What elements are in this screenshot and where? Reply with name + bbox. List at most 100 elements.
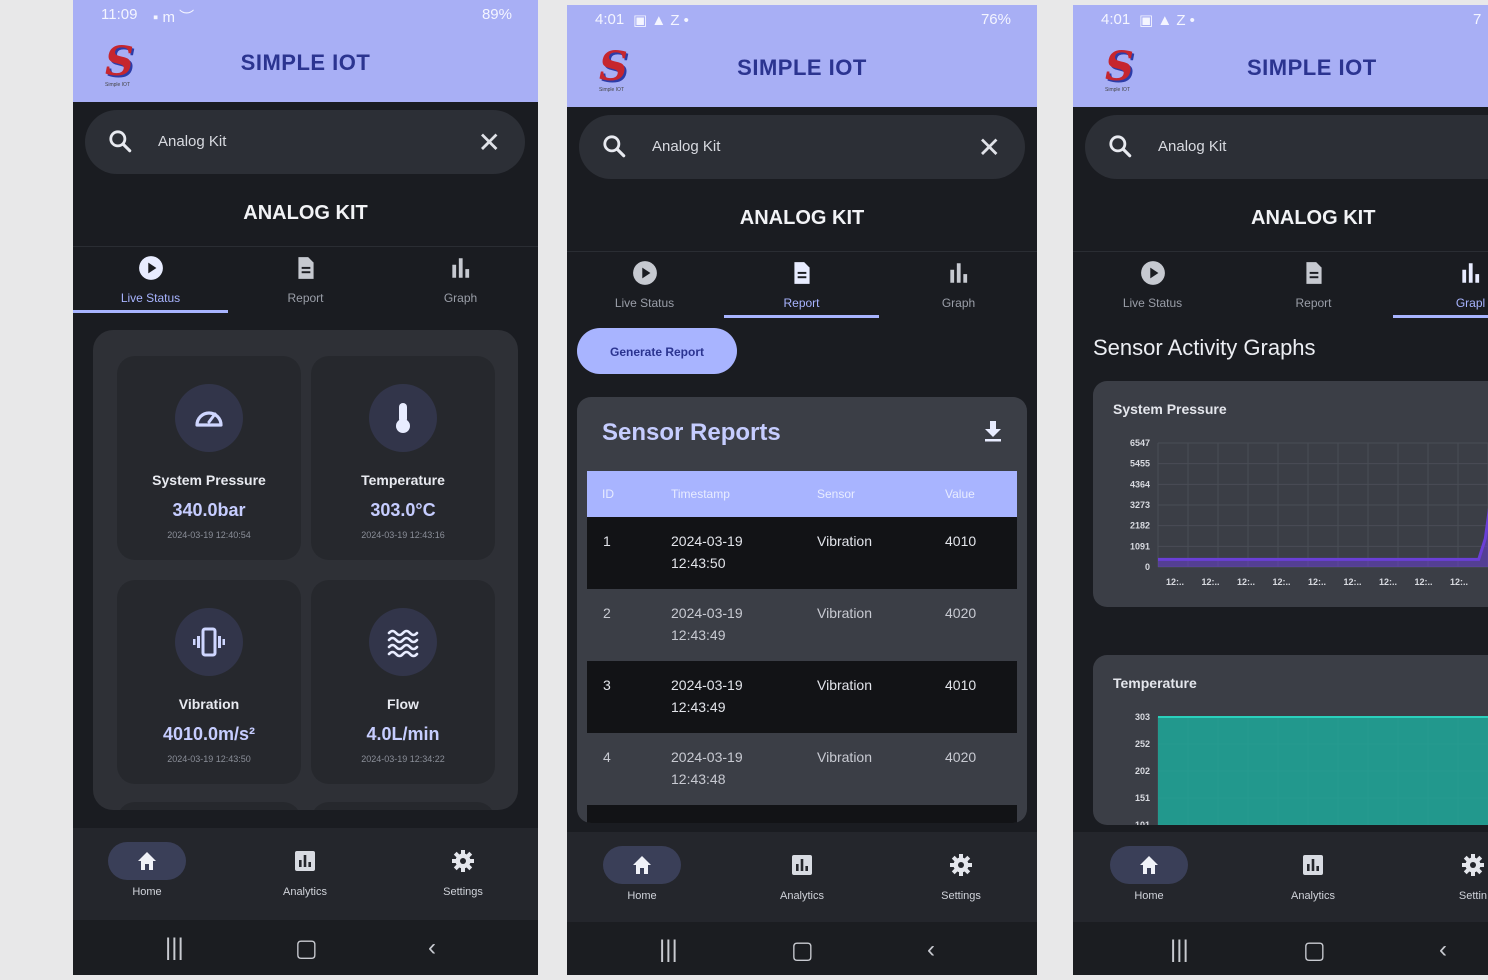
battery-percent: 7 [1473,11,1482,28]
tab-live-status[interactable]: Live Status [567,252,722,318]
sensor-label: Temperature [361,472,445,488]
status-icons: ▣ ▲ Z • [633,12,689,29]
battery-percent: 76% [980,11,1011,28]
system-nav-bar: ||| ▢ ‹ [1073,922,1488,975]
nav-label: Settings [443,886,483,898]
sensor-card-vibration[interactable]: Vibration 4010.0m/s² 2024-03-19 12:43:50 [117,580,301,784]
home-icon [1140,856,1158,874]
status-bar: 11:09 ▪ m ︶ 89% [73,0,538,30]
nav-label: Analytics [1290,890,1336,902]
document-icon [793,262,810,284]
kit-title: ANALOG KIT [1251,207,1376,229]
nav-analytics[interactable]: Analytics [742,842,862,912]
sensor-value: 4010.0m/s² [162,724,256,744]
tab-label: Graph [443,291,478,305]
nav-settings[interactable]: Settings [901,842,1021,912]
tab-graph[interactable]: Graph [383,247,538,313]
app-logo: S Simple IOT [1105,43,1134,93]
search-bar[interactable]: Analog Kit ✕ [579,115,1025,179]
nav-label: Settin [1458,890,1488,902]
nav-analytics[interactable]: Analytics [245,838,365,908]
nav-label: Home [627,890,657,902]
sensor-timestamp: 2024-03-19 12:34:22 [361,754,445,764]
analytics-icon [792,855,812,875]
table-row[interactable]: 3 2024-03-19 12:43:49 Vibration 4010 [587,661,1017,733]
search-input[interactable]: Analog Kit [652,138,720,155]
tab-live-status[interactable]: Live Status [73,247,228,313]
gear-icon [950,854,972,876]
x-tick-label: 12:.. [1166,577,1184,587]
document-icon [297,257,314,279]
search-bar[interactable]: Analog Kit ✕ [85,110,525,174]
nav-label: Home [132,886,162,898]
back-button[interactable]: ‹ [1439,936,1447,964]
nav-settings[interactable]: Settin [1413,842,1488,912]
sensor-card-partial [311,802,495,810]
x-tick-label: 12:.. [1202,577,1220,587]
tab-graph[interactable]: Graph [881,252,1036,318]
column-header-value: Value [945,487,975,501]
kit-title: ANALOG KIT [243,202,368,224]
search-input[interactable]: Analog Kit [1158,138,1226,155]
y-tick-label: 252 [1135,739,1150,749]
x-tick-label: 12:.. [1237,577,1255,587]
waves-icon [387,629,419,658]
tab-live-status[interactable]: Live Status [1075,252,1230,318]
close-icon[interactable]: ✕ [478,126,501,159]
y-tick-label: 202 [1135,766,1150,776]
nav-label: Home [1134,890,1164,902]
tab-report[interactable]: Report [724,252,879,318]
vibration-icon [193,627,225,657]
table-row-partial [587,805,1017,823]
tab-bar: Live Status Report Graph [567,251,1037,318]
nav-home[interactable]: Home [87,838,207,908]
home-system-button[interactable]: ▢ [1303,936,1326,965]
back-button[interactable]: ‹ [428,934,436,962]
x-tick-label: 12:.. [1273,577,1291,587]
tab-label: Live Status [120,291,181,305]
sensor-card-temperature[interactable]: Temperature 303.0°C 2024-03-19 12:43:16 [311,356,495,560]
search-bar[interactable]: Analog Kit [1085,115,1488,179]
search-icon [109,130,132,153]
y-tick-label: 303 [1135,712,1150,722]
table-row[interactable]: 4 2024-03-19 12:43:48 Vibration 4020 [587,733,1017,805]
tab-label: Graph [941,296,976,310]
sensor-card-flow[interactable]: Flow 4.0L/min 2024-03-19 12:34:22 [311,580,495,784]
analytics-icon [295,851,315,871]
nav-settings[interactable]: Settings [403,838,523,908]
tab-report[interactable]: Report [1236,252,1391,318]
recents-button[interactable]: ||| [659,936,678,964]
column-header-sensor: Sensor [817,487,856,501]
home-system-button[interactable]: ▢ [295,934,318,963]
sensor-label: Flow [387,696,419,712]
table-row[interactable]: 1 2024-03-19 12:43:50 Vibration 4010 [587,517,1017,589]
bar-chart-icon [1461,263,1479,283]
nav-analytics[interactable]: Analytics [1253,842,1373,912]
table-row[interactable]: 2 2024-03-19 12:43:49 Vibration 4020 [587,589,1017,661]
recents-button[interactable]: ||| [165,934,184,962]
analytics-icon [1303,855,1323,875]
generate-report-button[interactable]: Generate Report [577,328,737,374]
nav-home[interactable]: Home [1089,842,1209,912]
status-bar: 4:01 ▣ ▲ Z • 7 [1073,5,1488,35]
x-tick-label: 12:.. [1415,577,1433,587]
close-icon[interactable]: ✕ [978,131,1001,164]
home-system-button[interactable]: ▢ [791,936,814,965]
y-tick-label: 5455 [1130,459,1150,469]
play-circle-icon [632,261,657,285]
tab-graph[interactable]: Grapl [1393,252,1488,318]
tab-report[interactable]: Report [228,247,383,313]
back-button[interactable]: ‹ [927,936,935,964]
sensor-card-pressure[interactable]: System Pressure 340.0bar 2024-03-19 12:4… [117,356,301,560]
nav-home[interactable]: Home [582,842,702,912]
status-bar: 4:01 ▣ ▲ Z • 76% [567,5,1037,35]
y-tick-label: 151 [1135,793,1150,803]
sensor-reports-card: Sensor Reports ID Timestamp Sensor Value… [577,397,1027,823]
download-icon[interactable] [981,419,1005,443]
tab-label: Report [1295,296,1332,310]
phone-graph: 4:01 ▣ ▲ Z • 7 S Simple IOT SIMPLE IOT An… [1073,5,1488,975]
series-area [1158,717,1488,825]
recents-button[interactable]: ||| [1170,936,1189,964]
tab-label: Report [783,296,820,310]
search-input[interactable]: Analog Kit [158,133,226,150]
